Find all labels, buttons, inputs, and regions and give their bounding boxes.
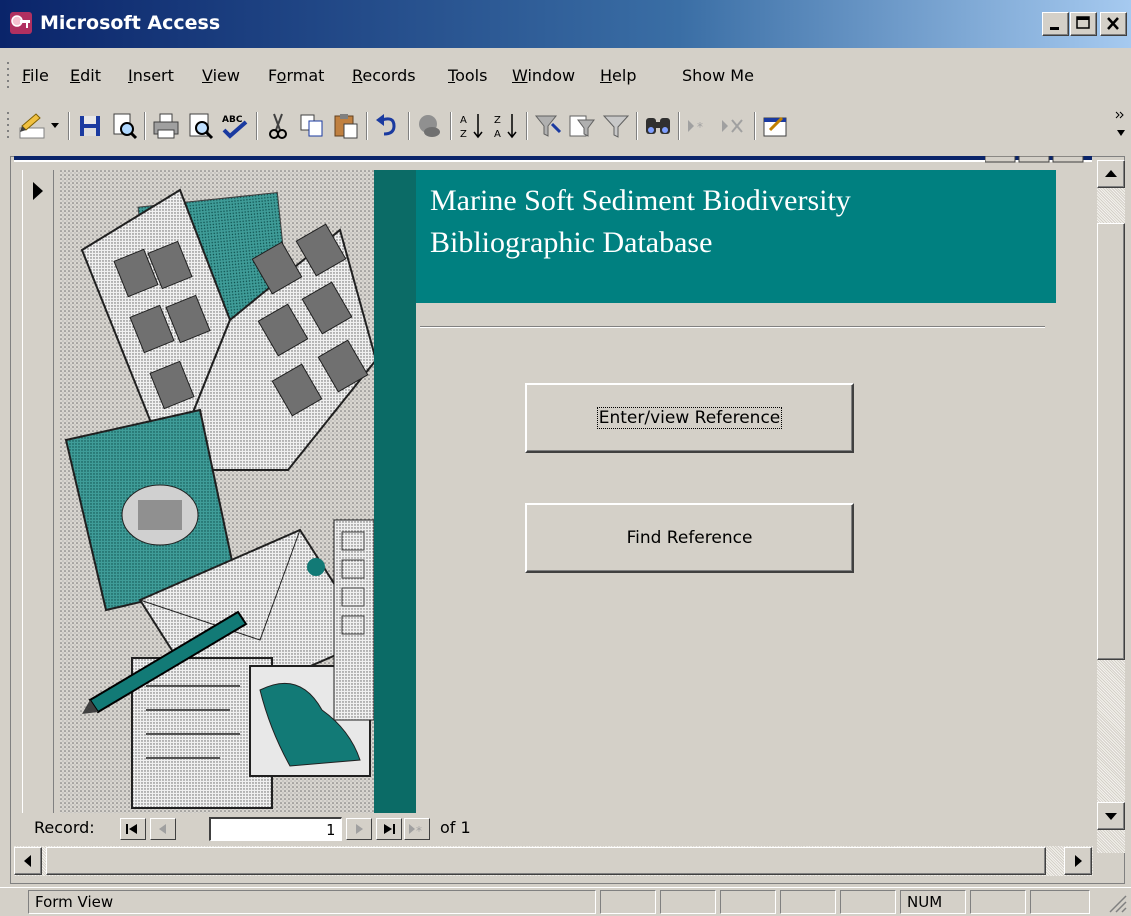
svg-text:*: * xyxy=(697,120,703,134)
undo-icon[interactable] xyxy=(372,110,404,142)
decorative-teal-band xyxy=(374,170,416,813)
arrow-right-icon xyxy=(1075,855,1082,867)
svg-text:ABC: ABC xyxy=(222,115,243,125)
previous-record-icon xyxy=(159,824,166,834)
menu-file[interactable]: File xyxy=(22,66,49,85)
menu-tools[interactable]: Tools xyxy=(448,66,487,85)
scroll-up-button[interactable] xyxy=(1097,160,1125,188)
form-title-line-1: Marine Soft Sediment Biodiversity xyxy=(430,184,851,217)
dropdown-arrow-icon[interactable] xyxy=(50,122,60,130)
enter-view-reference-button[interactable]: Enter/view Reference xyxy=(525,383,854,453)
first-record-icon xyxy=(126,824,137,834)
toolbar-overflow-icon[interactable] xyxy=(1114,108,1128,142)
status-pane-4 xyxy=(780,890,836,914)
form-title-line-2: Bibliographic Database xyxy=(430,226,713,259)
scroll-left-button[interactable] xyxy=(14,847,42,875)
menu-records[interactable]: Records xyxy=(352,66,416,85)
status-pane-7 xyxy=(1030,890,1090,914)
minimize-button[interactable] xyxy=(1042,12,1069,36)
record-label: Record: xyxy=(34,818,95,837)
form-picture xyxy=(60,170,416,813)
enter-view-reference-label: Enter/view Reference xyxy=(596,407,783,429)
close-icon xyxy=(1107,17,1119,30)
vertical-scroll-thumb[interactable] xyxy=(1097,223,1125,660)
form-window-frame xyxy=(14,156,1092,162)
status-pane-5 xyxy=(840,890,896,914)
title-bar[interactable]: Microsoft Access xyxy=(0,0,1131,48)
last-record-icon xyxy=(384,824,395,834)
hyperlink-icon[interactable] xyxy=(414,110,446,142)
menu-help[interactable]: Help xyxy=(600,66,636,85)
menu-window[interactable]: Window xyxy=(512,66,575,85)
menu-insert[interactable]: Insert xyxy=(128,66,174,85)
status-pane-2 xyxy=(660,890,716,914)
sort-ascending-icon[interactable]: AZ xyxy=(456,110,488,142)
print-icon[interactable] xyxy=(150,110,182,142)
minimize-icon xyxy=(1050,27,1059,30)
find-reference-button[interactable]: Find Reference xyxy=(525,503,854,573)
previous-record-button[interactable] xyxy=(150,818,176,840)
open-book-clipart-icon xyxy=(60,170,416,813)
apply-filter-icon[interactable] xyxy=(600,110,632,142)
resize-grip-icon[interactable] xyxy=(1106,892,1128,914)
save-icon[interactable] xyxy=(74,110,106,142)
next-record-button[interactable] xyxy=(346,818,372,840)
svg-text:Z: Z xyxy=(494,115,501,126)
current-record-arrow-icon xyxy=(33,182,43,200)
record-navigation-bar xyxy=(22,813,1092,843)
maximize-icon xyxy=(1076,16,1090,29)
menu-format[interactable]: Format xyxy=(268,66,324,85)
menu-view[interactable]: View xyxy=(202,66,240,85)
mdi-controls[interactable] xyxy=(985,156,1095,164)
filter-by-selection-icon[interactable] xyxy=(532,110,564,142)
scroll-right-button[interactable] xyxy=(1064,847,1092,875)
cut-icon[interactable] xyxy=(262,110,294,142)
filter-by-form-icon[interactable] xyxy=(566,110,598,142)
arrow-down-icon xyxy=(1105,813,1117,820)
access-key-icon xyxy=(10,12,32,34)
new-record-nav-icon: * xyxy=(409,824,422,838)
record-number-input[interactable]: 1 xyxy=(209,817,342,841)
svg-text:*: * xyxy=(416,824,422,838)
menu-edit[interactable]: Edit xyxy=(70,66,101,85)
horizontal-scroll-thumb[interactable] xyxy=(46,847,1046,875)
last-record-button[interactable] xyxy=(376,818,402,840)
new-record-nav-button[interactable]: * xyxy=(404,818,430,840)
record-count: of 1 xyxy=(440,818,471,837)
first-record-button[interactable] xyxy=(120,818,146,840)
copy-icon[interactable] xyxy=(296,110,328,142)
paste-icon[interactable] xyxy=(330,110,362,142)
find-reference-label: Find Reference xyxy=(626,528,753,548)
new-record-icon[interactable]: * xyxy=(684,110,716,142)
svg-text:A: A xyxy=(460,115,467,126)
svg-text:A: A xyxy=(494,129,501,140)
file-search-icon[interactable] xyxy=(108,110,140,142)
print-preview-icon[interactable] xyxy=(184,110,216,142)
header-divider xyxy=(420,326,1045,328)
next-record-icon xyxy=(356,824,363,834)
arrow-left-icon xyxy=(24,855,31,867)
close-button[interactable] xyxy=(1100,12,1127,36)
menu-show-me[interactable]: Show Me xyxy=(682,66,754,85)
status-pane-6 xyxy=(970,890,1026,914)
toolbar-grip-icon[interactable] xyxy=(6,110,10,144)
spelling-icon[interactable]: ABC xyxy=(218,110,250,142)
svg-text:Z: Z xyxy=(460,129,467,140)
maximize-button[interactable] xyxy=(1070,12,1097,36)
find-icon[interactable] xyxy=(642,110,674,142)
status-pane-3 xyxy=(720,890,776,914)
status-num: NUM xyxy=(900,890,966,914)
form-title: Marine Soft Sediment Biodiversity Biblio… xyxy=(430,180,1050,264)
view-design-icon[interactable] xyxy=(16,110,48,142)
status-pane-1 xyxy=(600,890,656,914)
arrow-up-icon xyxy=(1105,170,1117,177)
status-mode: Form View xyxy=(28,890,596,914)
sort-descending-icon[interactable]: ZA xyxy=(490,110,522,142)
delete-record-icon[interactable] xyxy=(718,110,750,142)
menu-grip-icon[interactable] xyxy=(6,60,10,92)
record-selector[interactable] xyxy=(22,170,54,813)
properties-icon[interactable] xyxy=(760,110,792,142)
scroll-down-button[interactable] xyxy=(1097,802,1125,830)
window-title: Microsoft Access xyxy=(40,12,221,34)
